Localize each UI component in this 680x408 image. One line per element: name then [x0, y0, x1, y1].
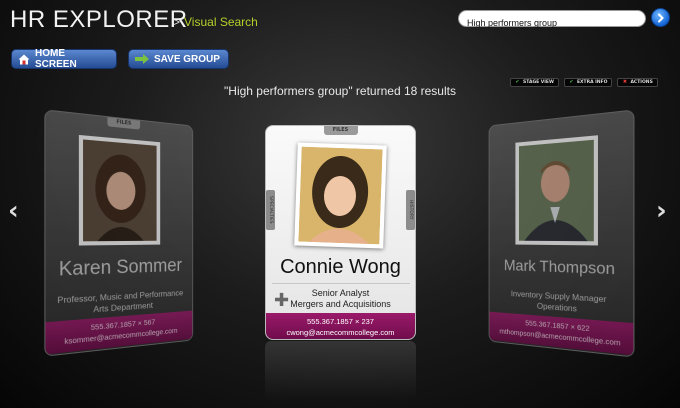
profile-card-karen-sommer[interactable]: FILES Karen Sommer Professor, Music and … [44, 109, 194, 357]
contact-info: 555.367.1857 × 567 ksommer@acmecommcolle… [45, 310, 193, 355]
home-screen-button[interactable]: HOME SCREEN [11, 48, 117, 70]
person-title: Senior Analyst [311, 288, 370, 298]
app-title: HR EXPLORER [10, 6, 188, 33]
breadcrumb-separator: > [173, 15, 181, 29]
search-input[interactable] [459, 15, 645, 31]
specialties-tab[interactable]: SPECIALTIES [266, 190, 275, 230]
save-group-button[interactable]: SAVE GROUP [128, 49, 229, 69]
contact-info: 555.367.1857 × 622 mthompson@acmecommcol… [489, 311, 634, 356]
person-name: Karen Sommer [58, 255, 183, 281]
person-department: Mergers and Acquisitions [290, 299, 391, 309]
profile-card-connie-wong[interactable]: FILES SPECIALTIES HISTORY ✚ Connie Wong … [265, 125, 416, 340]
home-screen-label: HOME SCREEN [35, 48, 77, 70]
breadcrumb: > Visual Search [173, 15, 258, 29]
search-box[interactable] [458, 10, 646, 31]
profile-card-mark-thompson[interactable]: Mark Thompson Inventory Supply Manager O… [488, 109, 635, 358]
search-go-button[interactable] [651, 8, 670, 27]
profile-photo [294, 142, 387, 249]
previous-arrow-icon[interactable]: ‹ [8, 196, 19, 226]
arrow-right-icon [657, 13, 664, 22]
files-tab[interactable]: FILES [107, 117, 141, 130]
arrow-right-icon [135, 54, 149, 64]
person-name: Mark Thompson [503, 257, 616, 279]
person-phone: 555.367.1857 × 237 [307, 317, 374, 326]
next-arrow-icon[interactable]: › [656, 196, 667, 226]
card-reflection [265, 341, 416, 401]
results-summary: "High performers group" returned 18 resu… [224, 84, 456, 98]
breadcrumb-current: Visual Search [184, 15, 258, 29]
profile-photo [515, 135, 598, 246]
person-email[interactable]: cwong@acmecommcollege.com [266, 327, 415, 338]
save-group-label: SAVE GROUP [154, 53, 220, 65]
home-icon [18, 54, 30, 65]
files-tab[interactable]: FILES [323, 126, 358, 135]
person-name: Connie Wong [280, 256, 401, 278]
history-tab[interactable]: HISTORY [406, 190, 415, 230]
profile-photo [78, 134, 161, 246]
contact-info: 555.367.1857 × 237 cwong@acmecommcollege… [266, 313, 415, 339]
divider [272, 283, 410, 284]
